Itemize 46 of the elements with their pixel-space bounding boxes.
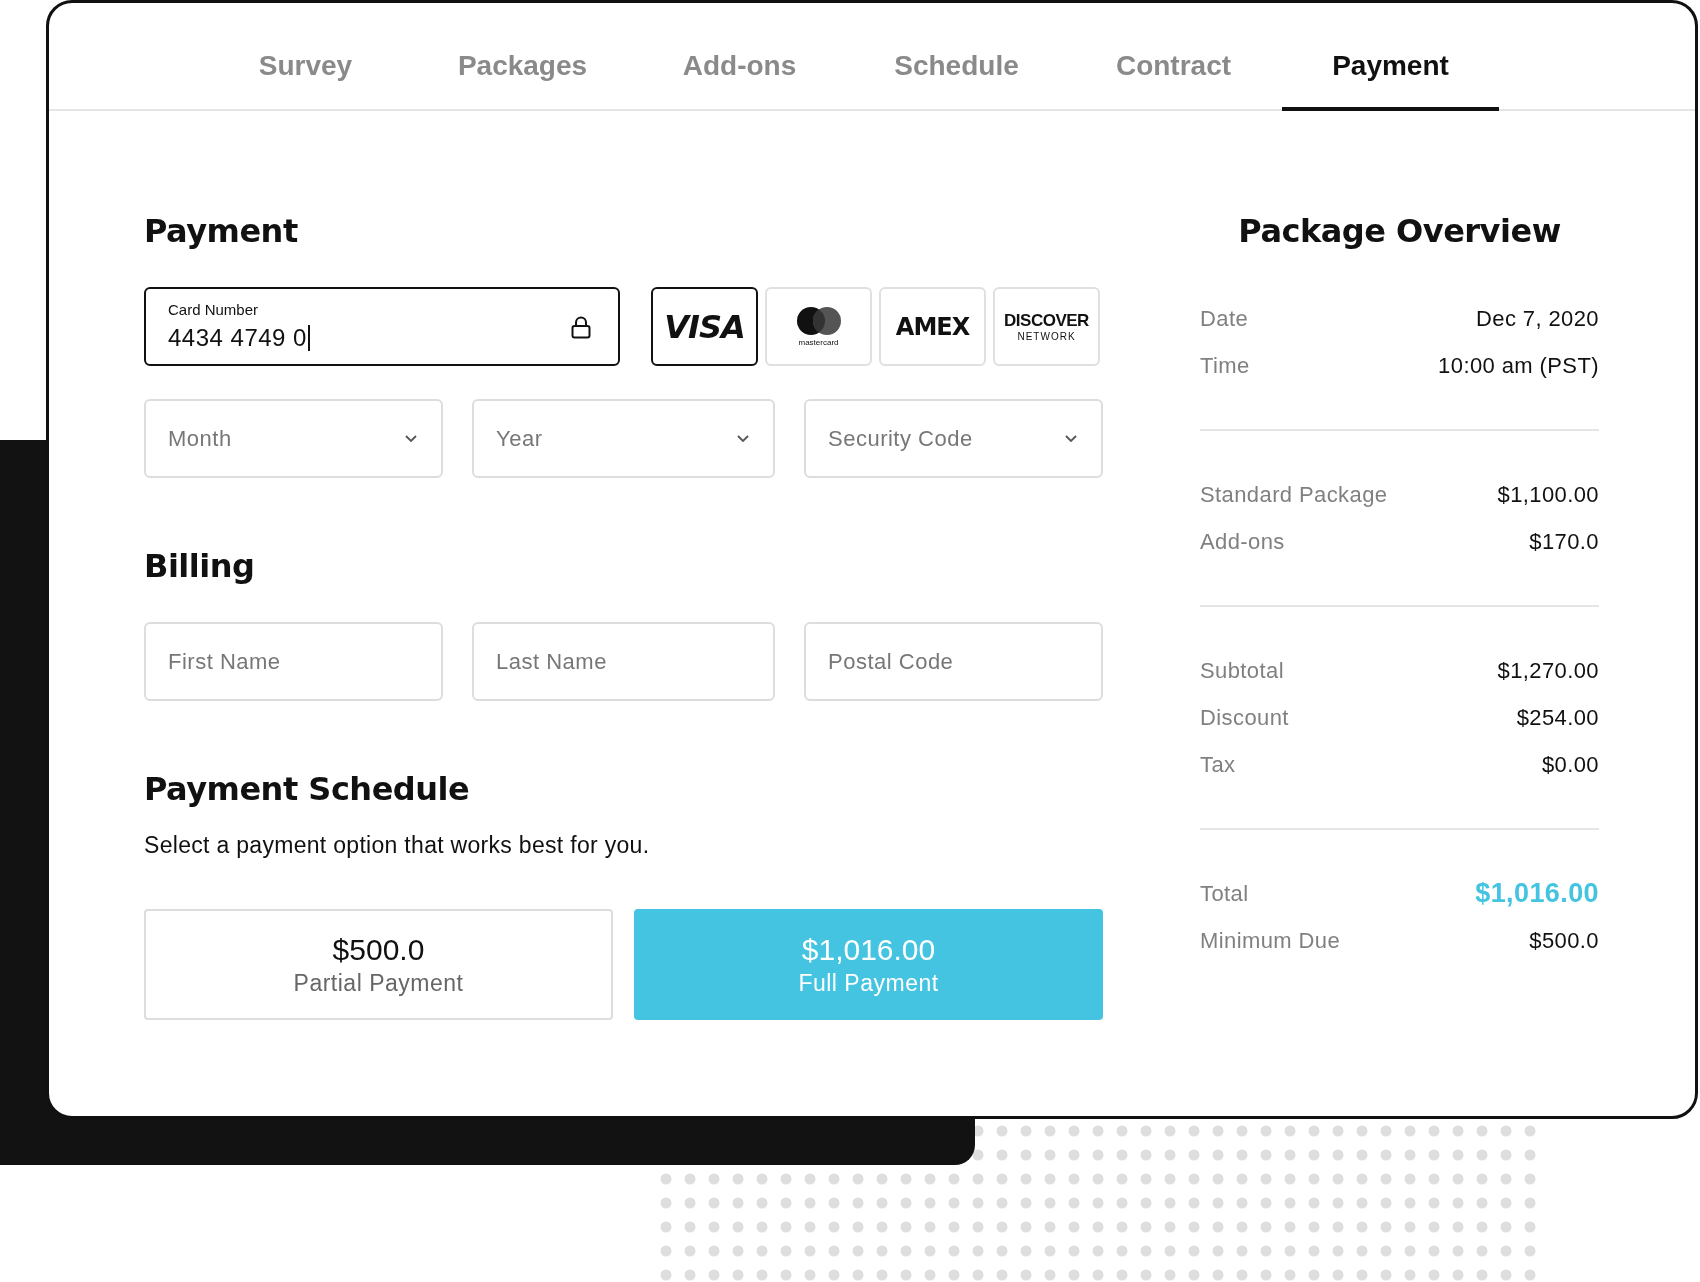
dropdown[interactable]: Year bbox=[472, 399, 775, 478]
input-field[interactable]: Last Name bbox=[472, 622, 775, 701]
lock-icon bbox=[571, 316, 591, 339]
payment-option-button[interactable]: $500.0 Partial Payment bbox=[144, 909, 613, 1020]
summary-value: $170.0 bbox=[1529, 528, 1599, 555]
tab[interactable]: Contract bbox=[1065, 3, 1282, 111]
chevron-down-icon bbox=[405, 434, 417, 443]
summary-value: $500.0 bbox=[1529, 927, 1599, 954]
dropdown[interactable]: Security Code bbox=[804, 399, 1103, 478]
summary-value: $0.00 bbox=[1541, 751, 1599, 778]
input-field[interactable]: First Name bbox=[144, 622, 443, 701]
section-heading: Payment Schedule bbox=[144, 769, 470, 809]
tab[interactable]: Survey bbox=[197, 3, 414, 111]
overlapping-circles-icon bbox=[794, 306, 843, 336]
summary-label: Time bbox=[1200, 352, 1250, 379]
summary-value: $254.00 bbox=[1516, 704, 1599, 731]
summary-label: Subtotal bbox=[1200, 657, 1284, 684]
summary-label: Total bbox=[1200, 880, 1249, 907]
summary-label: Tax bbox=[1200, 751, 1236, 778]
summary-label: Date bbox=[1200, 305, 1249, 332]
card-brand-option[interactable]: VISA bbox=[651, 287, 758, 366]
card-brand-option[interactable]: AMEX bbox=[879, 287, 986, 366]
card-number-field[interactable]: Card Number 4434 4749 0 bbox=[144, 287, 620, 366]
section-heading: Payment bbox=[144, 211, 298, 251]
summary-value: $1,270.00 bbox=[1497, 657, 1599, 684]
tab[interactable]: Schedule bbox=[848, 3, 1065, 111]
chevron-down-icon bbox=[737, 434, 749, 443]
tab[interactable]: Packages bbox=[414, 3, 631, 111]
tab[interactable]: Payment bbox=[1282, 3, 1499, 111]
summary-value: $1,016.00 bbox=[1475, 878, 1599, 909]
summary-label: Minimum Due bbox=[1200, 927, 1341, 954]
card-brand-option[interactable]: mastercard bbox=[765, 287, 872, 366]
summary-value: $1,100.00 bbox=[1497, 481, 1599, 508]
section-heading: Billing bbox=[144, 546, 255, 586]
summary-value: Dec 7, 2020 bbox=[1475, 305, 1599, 332]
input-field[interactable]: Postal Code bbox=[804, 622, 1103, 701]
card-brand-option[interactable]: DISCOVER NETWORK bbox=[993, 287, 1100, 366]
chevron-down-icon bbox=[1065, 434, 1077, 443]
dropdown[interactable]: Month bbox=[144, 399, 443, 478]
summary-value: 10:00 am (PST) bbox=[1438, 352, 1599, 379]
tab[interactable]: Add-ons bbox=[631, 3, 848, 111]
summary-label: Standard Package bbox=[1200, 481, 1388, 508]
summary-label: Discount bbox=[1200, 704, 1289, 731]
overview-heading: Package Overview bbox=[1237, 211, 1562, 251]
description-text: Select a payment option that works best for you. bbox=[144, 831, 650, 860]
summary-label: Add-ons bbox=[1200, 528, 1285, 555]
